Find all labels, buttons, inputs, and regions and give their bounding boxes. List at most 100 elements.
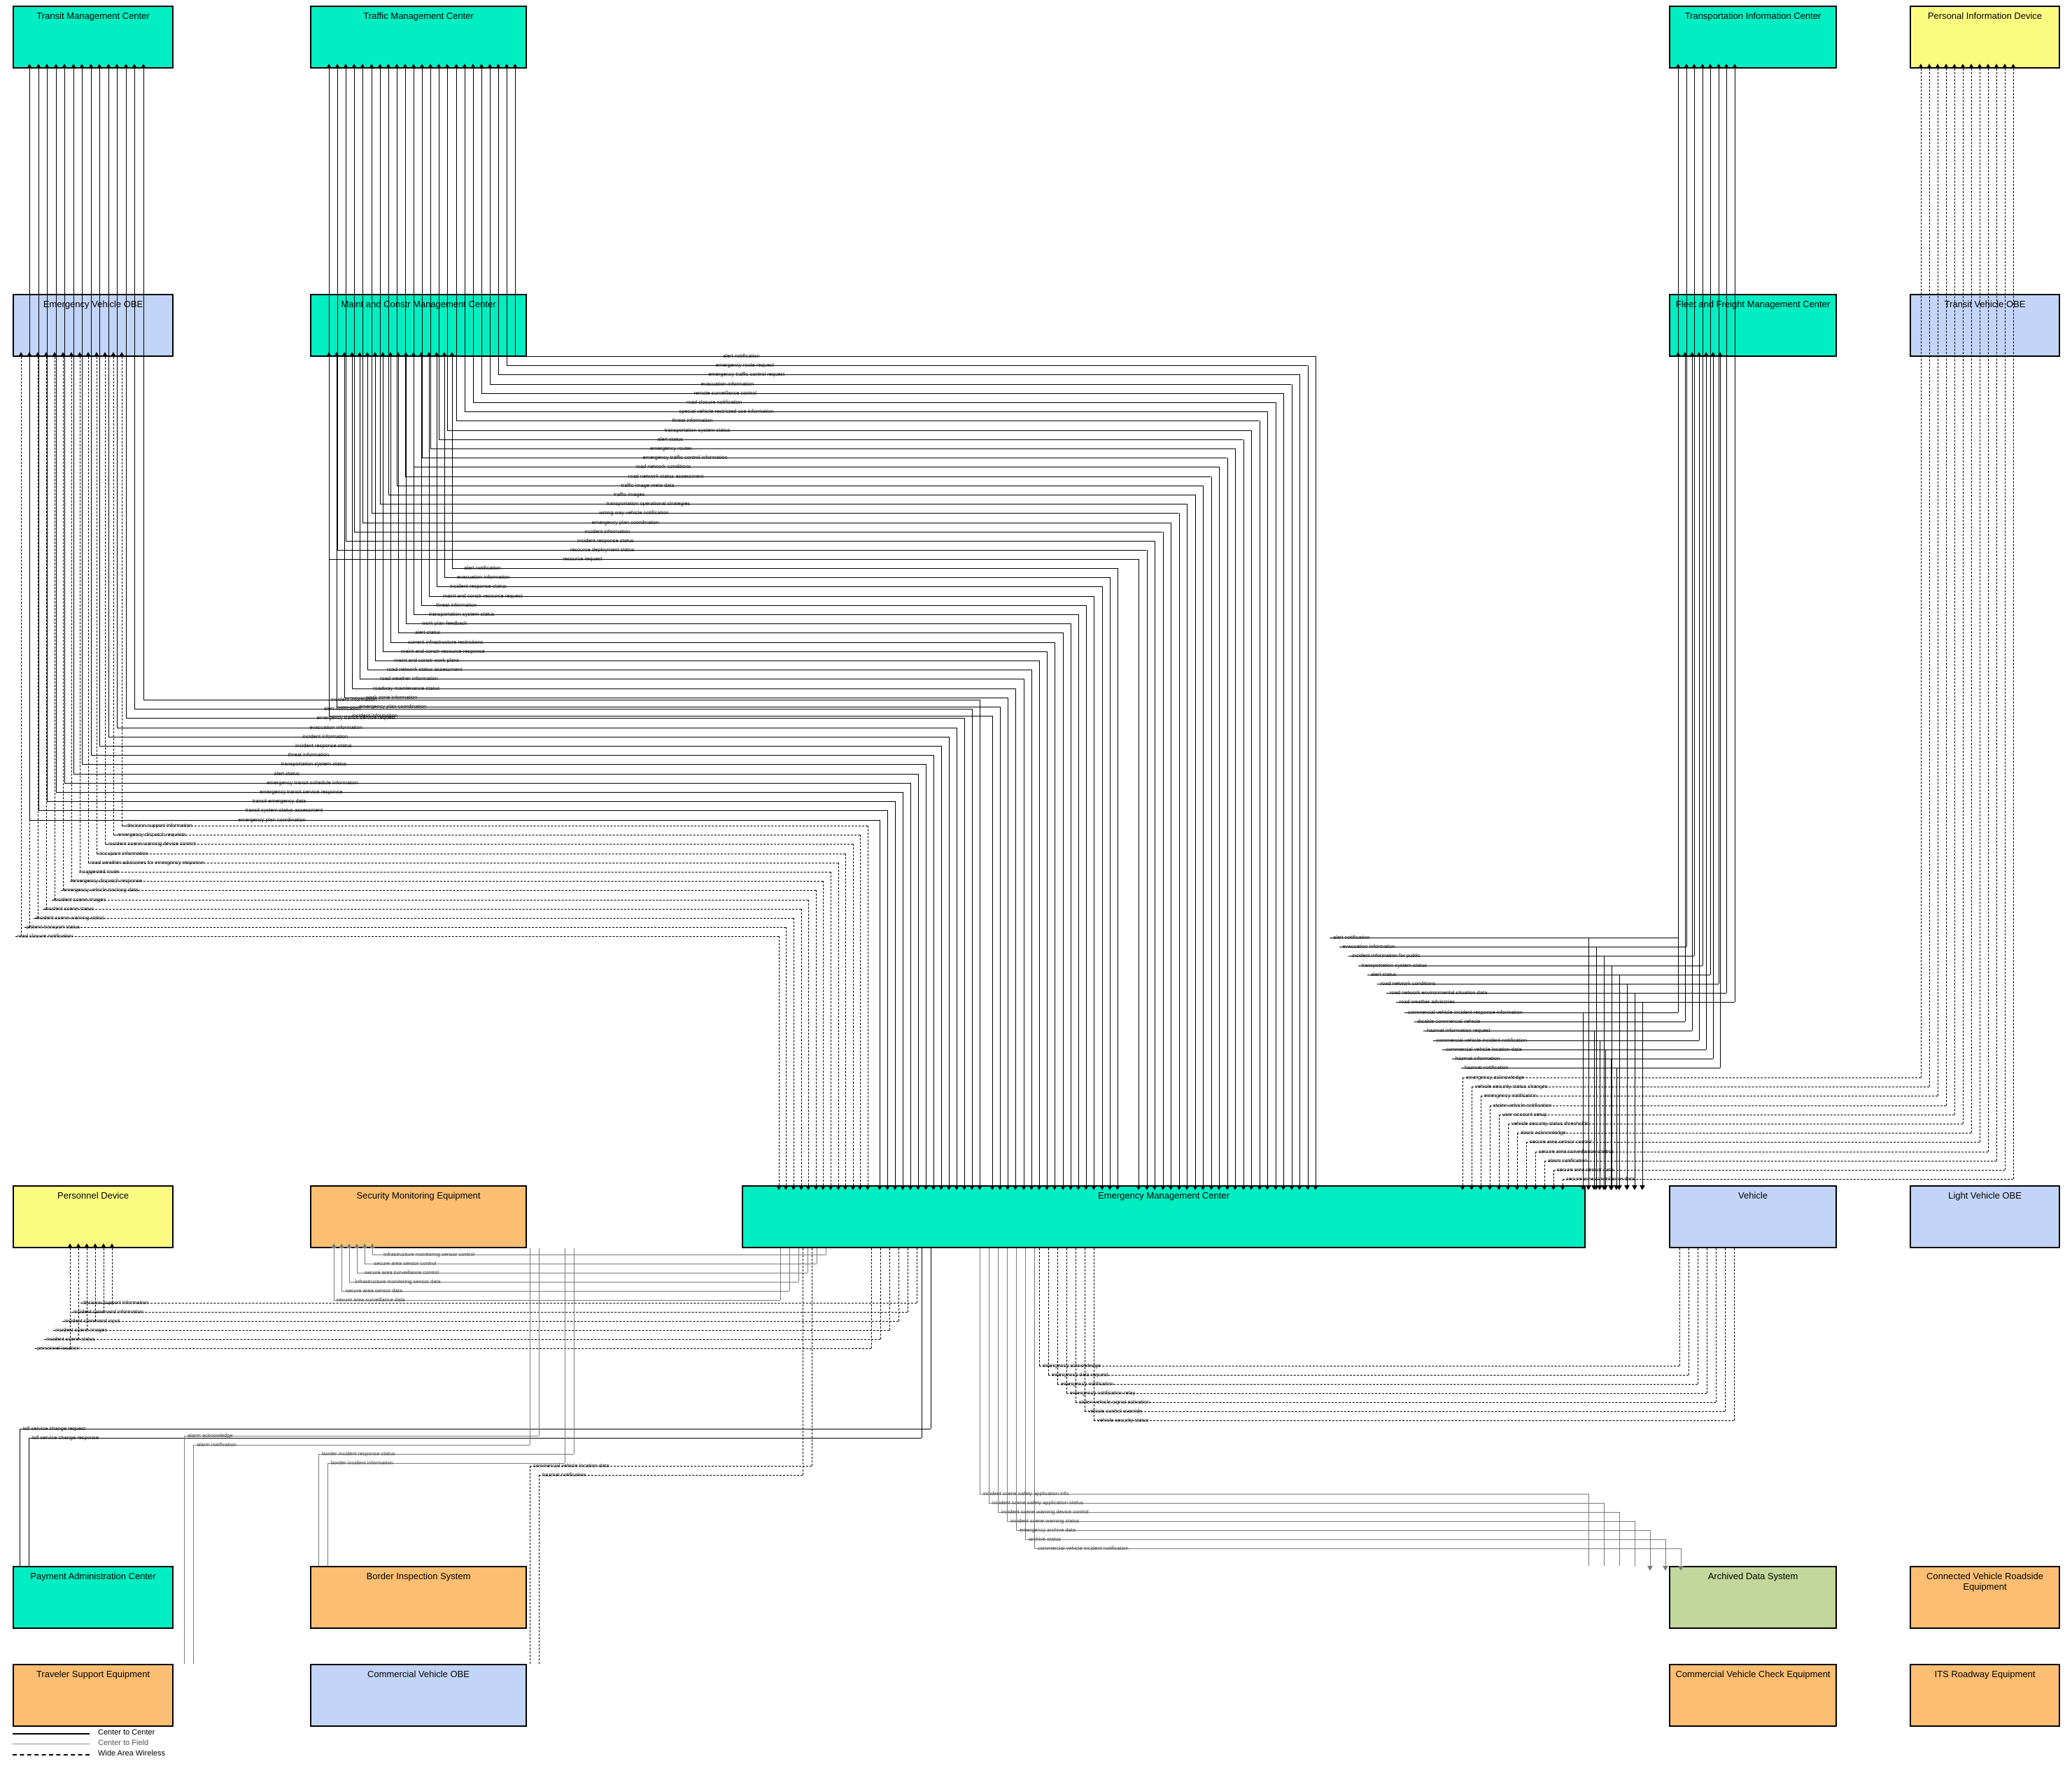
flow-label: alert notification — [323, 705, 361, 712]
flow-label: emergency plan coordination — [359, 703, 427, 709]
flow-line-vertical — [998, 1248, 999, 1512]
node-security-monitoring-equipment[interactable]: Security Monitoring Equipment — [310, 1185, 527, 1248]
flow-arrowhead — [436, 64, 442, 69]
flow-arrowhead — [1632, 1185, 1637, 1190]
flow-label: suggested route — [81, 868, 119, 875]
flow-line-vertical — [1594, 1031, 1595, 1185]
flow-label: transportation system status — [1361, 961, 1428, 968]
flow-label: incident scene warning status — [36, 914, 105, 921]
flow-arrowhead — [1288, 1185, 1295, 1190]
flow-arrowhead — [850, 1185, 856, 1190]
node-personal-information-device[interactable]: Personal Information Device — [1910, 6, 2060, 69]
flow-line-vertical — [1227, 458, 1228, 1185]
flow-arrowhead — [52, 352, 57, 357]
flow-arrowhead — [1496, 1185, 1502, 1190]
flow-arrowhead — [442, 352, 447, 357]
flow-line-vertical — [1706, 357, 1707, 1050]
flow-arrowhead — [326, 352, 332, 357]
flow-line-vertical — [1726, 69, 1727, 994]
flow-arrowhead — [1699, 64, 1705, 69]
flow-line-vertical — [1720, 357, 1721, 1068]
flow-label: incident command information — [73, 1308, 144, 1315]
flow-arrowhead — [1487, 1185, 1493, 1190]
flow-line-horizontal — [575, 541, 1155, 542]
flow-line-vertical — [1508, 1124, 1509, 1185]
flow-line-horizontal — [713, 365, 1308, 367]
flow-line-vertical — [422, 69, 423, 458]
flow-arrowhead — [52, 64, 59, 69]
flow-line-vertical — [1616, 1068, 1617, 1185]
node-its-roadway-equipment[interactable]: ITS Roadway Equipment — [1910, 1664, 2060, 1727]
flow-arrowhead — [346, 1243, 352, 1248]
node-commercial-vehicle-check-equipment[interactable]: Commercial Vehicle Check Equipment — [1669, 1664, 1837, 1727]
flow-line-horizontal — [684, 402, 1276, 403]
flow-label: road network conditions — [635, 463, 691, 470]
node-commercial-vehicle-obe[interactable]: Commercial Vehicle OBE — [310, 1664, 527, 1727]
node-payment-administration-center[interactable]: Payment Administration Center — [13, 1566, 174, 1629]
node-traveler-support-equipment[interactable]: Traveler Support Equipment — [13, 1664, 174, 1727]
node-personnel-device[interactable]: Personnel Device — [13, 1185, 174, 1248]
flow-line-vertical — [1679, 1248, 1680, 1366]
flow-label: secure area surveillance data — [1566, 1175, 1635, 1182]
node-emergency-vehicle-obe[interactable]: Emergency Vehicle OBE — [13, 294, 174, 357]
flow-line-horizontal — [455, 577, 1110, 579]
flow-label: infrastructure monitoring sensor data — [355, 1278, 441, 1285]
flow-arrowhead — [92, 1243, 98, 1248]
flow-arrowhead — [1683, 64, 1689, 69]
node-connected-vehicle-roadside-equipment[interactable]: Connected Vehicle Roadside Equipment — [1910, 1566, 2060, 1629]
node-archived-data-system[interactable]: Archived Data System — [1669, 1566, 1837, 1629]
flow-label: vehicle security status — [1097, 1417, 1149, 1423]
flow-line-horizontal — [1526, 1142, 1980, 1143]
flow-arrowhead — [1224, 1185, 1230, 1190]
flow-label: current infrastructure restrictions — [408, 638, 484, 645]
flow-line-vertical — [1665, 1539, 1666, 1566]
node-transit-management-center[interactable]: Transit Management Center — [13, 6, 174, 69]
flow-arrowhead — [1696, 352, 1702, 357]
node-maint-and-constr-management-center[interactable]: Maint and Constr Management Center — [310, 294, 527, 357]
flow-arrowhead — [403, 352, 409, 357]
node-border-inspection-system[interactable]: Border Inspection System — [310, 1566, 527, 1629]
flow-line-horizontal — [597, 513, 1179, 514]
node-light-vehicle-obe[interactable]: Light Vehicle OBE — [1910, 1185, 2060, 1248]
flow-line-horizontal — [390, 642, 406, 643]
flow-line-vertical — [789, 1248, 790, 1291]
flow-line-vertical — [1109, 577, 1111, 1185]
node-transportation-information-center[interactable]: Transportation Information Center — [1669, 6, 1837, 69]
flow-line-horizontal — [90, 755, 286, 756]
flow-arrowhead — [76, 1243, 81, 1248]
flow-line-vertical — [1219, 467, 1220, 1185]
flow-arrowhead — [1724, 64, 1729, 69]
flow-line-horizontal — [64, 782, 265, 784]
flow-label: emergency data request — [1052, 1371, 1108, 1378]
flow-line-horizontal — [515, 356, 721, 357]
flow-line-horizontal — [62, 1321, 898, 1322]
flow-line-vertical — [47, 69, 48, 802]
flow-arrowhead — [111, 352, 116, 357]
flow-line-horizontal — [655, 439, 1243, 440]
flow-arrowhead — [101, 1243, 106, 1248]
node-emergency-management-center[interactable]: Emergency Management Center — [742, 1185, 1586, 1248]
flow-arrowhead — [885, 1185, 890, 1190]
flow-arrowhead — [449, 352, 455, 357]
node-vehicle[interactable]: Vehicle — [1669, 1185, 1837, 1248]
flow-line-vertical — [1627, 984, 1628, 1185]
flow-arrowhead — [84, 1243, 90, 1248]
flow-line-vertical — [808, 899, 810, 1185]
flow-label: secure area surveillance control — [1539, 1147, 1613, 1154]
flow-line-vertical — [1086, 605, 1087, 1185]
flow-label: emergency archive data — [1020, 1527, 1076, 1533]
flow-line-vertical — [1678, 357, 1679, 1012]
flow-label: emergency notification — [1484, 1092, 1537, 1099]
flow-arrowhead — [495, 64, 501, 69]
node-transit-vehicle-obe[interactable]: Transit Vehicle OBE — [1910, 294, 2060, 357]
flow-arrowhead — [1106, 1185, 1113, 1190]
node-traffic-management-center[interactable]: Traffic Management Center — [310, 6, 527, 69]
flow-line-vertical — [2005, 69, 2006, 1170]
flow-line-vertical — [90, 69, 92, 756]
flow-arrowhead — [334, 352, 339, 357]
flow-arrowhead — [428, 64, 434, 69]
flow-line-vertical — [1929, 69, 1930, 1087]
flow-label: work plan feedback — [422, 620, 467, 627]
flow-line-vertical — [992, 716, 993, 1185]
flow-arrowhead — [419, 64, 425, 69]
